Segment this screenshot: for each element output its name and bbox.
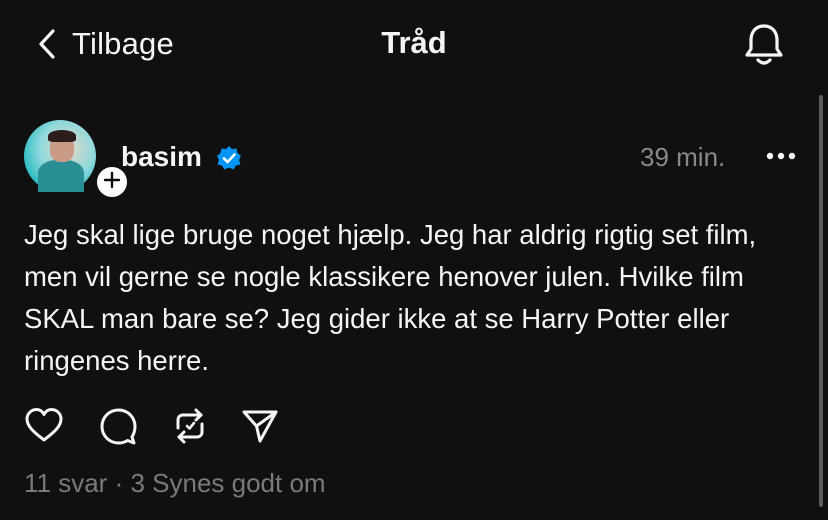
thread-post: basim 39 min. Jeg skal lige bruge noget … bbox=[0, 118, 828, 520]
verified-badge-icon bbox=[216, 145, 242, 176]
replies-count[interactable]: 11 svar bbox=[24, 468, 107, 498]
bell-icon bbox=[742, 24, 786, 72]
send-icon bbox=[240, 410, 280, 450]
comment-icon bbox=[98, 408, 138, 450]
post-username[interactable]: basim bbox=[121, 141, 202, 173]
top-navigation-bar: Tilbage Tråd bbox=[0, 0, 828, 90]
reply-button[interactable] bbox=[98, 406, 138, 451]
stats-separator: · bbox=[107, 468, 131, 498]
avatar[interactable] bbox=[24, 120, 130, 200]
post-text: Jeg skal lige bruge noget hjælp. Jeg har… bbox=[24, 219, 764, 376]
post-stats: 11 svar · 3 Synes godt om bbox=[24, 468, 326, 499]
page-title: Tråd bbox=[381, 25, 447, 60]
heart-icon bbox=[24, 408, 64, 450]
repost-button[interactable] bbox=[170, 406, 210, 451]
repost-icon bbox=[170, 408, 210, 450]
plus-icon bbox=[103, 171, 121, 194]
share-button[interactable] bbox=[240, 406, 280, 451]
likes-count[interactable]: 3 Synes godt om bbox=[130, 468, 325, 498]
notifications-button[interactable] bbox=[742, 22, 786, 73]
post-timestamp: 39 min. bbox=[640, 142, 726, 172]
more-options-button[interactable] bbox=[764, 148, 798, 164]
more-horizontal-icon bbox=[764, 151, 798, 168]
like-button[interactable] bbox=[24, 406, 64, 451]
